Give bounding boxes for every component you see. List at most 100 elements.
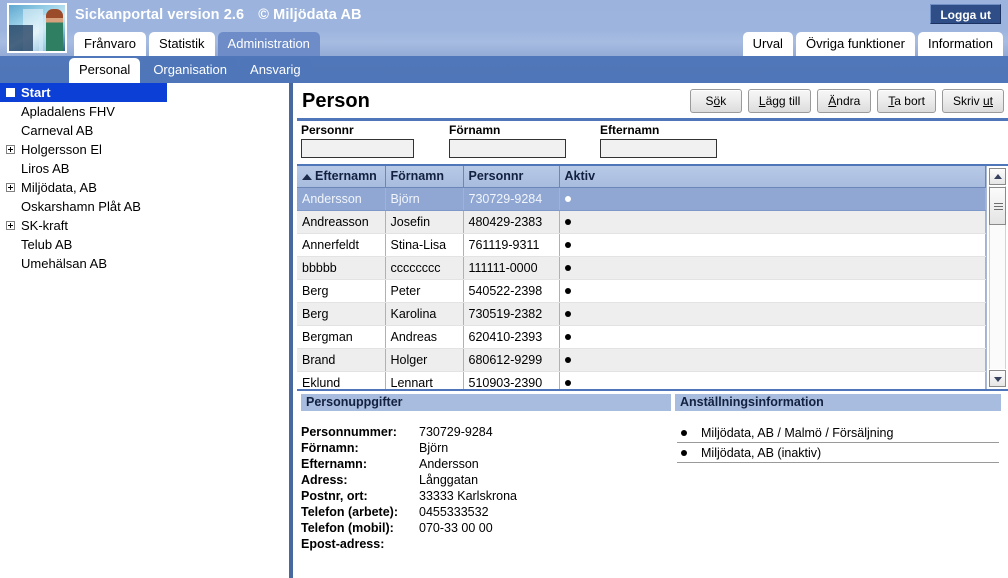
- andra-button[interactable]: Ändra: [817, 89, 872, 113]
- table-row[interactable]: bbbbb cccccccc 111111-0000: [297, 256, 986, 280]
- tree-item-label: Umehälsan AB: [21, 256, 107, 271]
- cell-aktiv: [559, 325, 986, 349]
- scrollbar-thumb[interactable]: [989, 187, 1006, 225]
- expand-plus-icon[interactable]: [6, 183, 15, 192]
- cell-fornamn: Karolina: [385, 302, 464, 326]
- bullet-dot-icon: [681, 429, 687, 436]
- list-item[interactable]: Miljödata, AB / Malmö / Försäljning: [677, 423, 999, 443]
- column-header-personnr[interactable]: Personnr: [463, 166, 560, 188]
- ta-bort-button[interactable]: Ta bort: [877, 89, 936, 113]
- tree-item-telub-ab[interactable]: Telub AB: [0, 235, 289, 254]
- utility-tab-bar: Urval Övriga funktioner Information: [740, 31, 1003, 56]
- detail-row-adress: Adress: Långgatan: [301, 473, 671, 489]
- detail-row-postnr-ort: Postnr, ort: 33333 Karlskrona: [301, 489, 671, 505]
- cell-fornamn: Lennart: [385, 371, 464, 389]
- copyright-text: © Miljödata AB: [258, 7, 362, 23]
- tree-item-holgersson-el[interactable]: Holgersson El: [0, 140, 289, 159]
- detail-row-epost: Epost-adress:: [301, 537, 671, 553]
- tree-item-label: Apladalens FHV: [21, 104, 115, 119]
- employment-info-section: Anställningsinformation Miljödata, AB / …: [675, 394, 1001, 463]
- tree-item-sk-kraft[interactable]: SK-kraft: [0, 216, 289, 235]
- column-header-efternamn[interactable]: Efternamn: [297, 166, 386, 188]
- active-dot-icon: [564, 334, 571, 341]
- cell-personnr: 680612-9299: [463, 348, 560, 372]
- sok-button[interactable]: Sök: [689, 89, 742, 113]
- active-dot-icon: [564, 265, 571, 272]
- tree-item-oskarshamn-plat-ab[interactable]: Oskarshamn Plåt AB: [0, 197, 289, 216]
- collapse-minus-icon[interactable]: [6, 88, 15, 97]
- detail-row-fornamn: Förnamn: Björn: [301, 441, 671, 457]
- organisation-tree: Start Apladalens FHV Carneval AB Holgers…: [0, 83, 289, 273]
- table-row[interactable]: Eklund Lennart 510903-2390: [297, 371, 986, 389]
- tree-item-liros-ab[interactable]: Liros AB: [0, 159, 289, 178]
- cell-aktiv: [559, 302, 986, 326]
- tab-information[interactable]: Information: [917, 32, 1003, 56]
- person-details-body: Personnummer: 730729-9284 Förnamn: Björn…: [301, 411, 671, 553]
- tab-statistik[interactable]: Statistik: [149, 32, 215, 56]
- scroll-up-button[interactable]: [989, 168, 1006, 185]
- table-row[interactable]: Brand Holger 680612-9299: [297, 348, 986, 372]
- tree-item-carneval-ab[interactable]: Carneval AB: [0, 121, 289, 140]
- sub-tab-bar: Personal Organisation Ansvarig: [0, 56, 1008, 83]
- column-label: Efternamn: [315, 169, 377, 184]
- tree-item-start[interactable]: Start: [0, 83, 167, 102]
- expand-plus-icon[interactable]: [6, 145, 15, 154]
- tab-administration[interactable]: Administration: [217, 32, 320, 56]
- tree-item-miljodata-ab[interactable]: Miljödata, AB: [0, 178, 289, 197]
- person-table: Efternamn Förnamn Personnr Aktiv Anderss…: [297, 166, 986, 389]
- detail-value: Björn: [419, 441, 449, 455]
- tab-urval[interactable]: Urval: [742, 32, 793, 56]
- tab-ansvarig[interactable]: Ansvarig: [240, 58, 311, 83]
- detail-value: 070-33 00 00: [419, 521, 493, 535]
- active-dot-icon: [564, 242, 571, 249]
- cell-aktiv: [559, 279, 986, 303]
- search-filter-row: Personnr Förnamn Efternamn: [297, 121, 1008, 166]
- cell-efternamn: Andreasson: [297, 210, 386, 234]
- skriv-ut-button[interactable]: Skriv ut: [941, 89, 1004, 113]
- tab-personal[interactable]: Personal: [69, 58, 141, 83]
- search-input-fornamn[interactable]: [449, 139, 566, 158]
- sub-tab-group: Personal Organisation Ansvarig: [69, 57, 314, 83]
- table-row[interactable]: Bergman Andreas 620410-2393: [297, 325, 986, 349]
- page-header: Person Sök Lägg till Ändra Ta bort Skriv…: [297, 83, 1008, 121]
- table-row[interactable]: Andreasson Josefin 480429-2383: [297, 210, 986, 234]
- detail-value: Andersson: [419, 457, 479, 471]
- list-item[interactable]: Miljödata, AB (inaktiv): [677, 443, 999, 463]
- tree-item-apladalens-fhv[interactable]: Apladalens FHV: [0, 102, 289, 121]
- grid-vertical-scrollbar[interactable]: [986, 166, 1008, 389]
- search-input-personnr[interactable]: [301, 139, 414, 158]
- grip-icon: [994, 203, 1003, 210]
- cell-fornamn: Holger: [385, 348, 464, 372]
- tab-franvaro[interactable]: Frånvaro: [74, 32, 147, 56]
- detail-label: Telefon (mobil):: [301, 521, 394, 535]
- cell-aktiv: [559, 256, 986, 280]
- person-grid-container: Efternamn Förnamn Personnr Aktiv Anderss…: [297, 166, 1008, 391]
- tree-item-umehalsan-ab[interactable]: Umehälsan AB: [0, 254, 289, 273]
- app-title: Sickanportal version 2.6 © Miljödata AB: [75, 7, 362, 23]
- tab-ovriga-funktioner[interactable]: Övriga funktioner: [795, 32, 915, 56]
- table-row[interactable]: Annerfeldt Stina-Lisa 761119-9311: [297, 233, 986, 257]
- expand-plus-icon[interactable]: [6, 221, 15, 230]
- search-input-efternamn[interactable]: [600, 139, 717, 158]
- table-row[interactable]: Andersson Björn 730729-9284: [297, 187, 986, 211]
- app-title-text: Sickanportal version 2.6: [75, 7, 245, 23]
- tab-organisation[interactable]: Organisation: [143, 58, 238, 83]
- column-header-aktiv[interactable]: Aktiv: [559, 166, 986, 188]
- tree-item-label: Oskarshamn Plåt AB: [21, 199, 141, 214]
- tree-item-label: Liros AB: [21, 161, 70, 176]
- table-row[interactable]: Berg Peter 540522-2398: [297, 279, 986, 303]
- tree-item-label: Miljödata, AB: [21, 180, 97, 195]
- column-header-fornamn[interactable]: Förnamn: [385, 166, 464, 188]
- cell-personnr: 730519-2382: [463, 302, 560, 326]
- employment-list: Miljödata, AB / Malmö / Försäljning Milj…: [675, 423, 1001, 463]
- scroll-down-button[interactable]: [989, 370, 1006, 387]
- person-table-body: Andersson Björn 730729-9284 Andreasson J…: [297, 187, 986, 389]
- search-field-efternamn: Efternamn: [600, 123, 717, 158]
- lagg-till-button[interactable]: Lägg till: [747, 89, 812, 113]
- cell-personnr: 540522-2398: [463, 279, 560, 303]
- logout-button[interactable]: Logga ut: [930, 4, 1001, 24]
- table-row[interactable]: Berg Karolina 730519-2382: [297, 302, 986, 326]
- employment-label: Miljödata, AB / Malmö / Försäljning: [701, 425, 894, 440]
- detail-label: Adress:: [301, 473, 348, 487]
- cell-efternamn: Brand: [297, 348, 386, 372]
